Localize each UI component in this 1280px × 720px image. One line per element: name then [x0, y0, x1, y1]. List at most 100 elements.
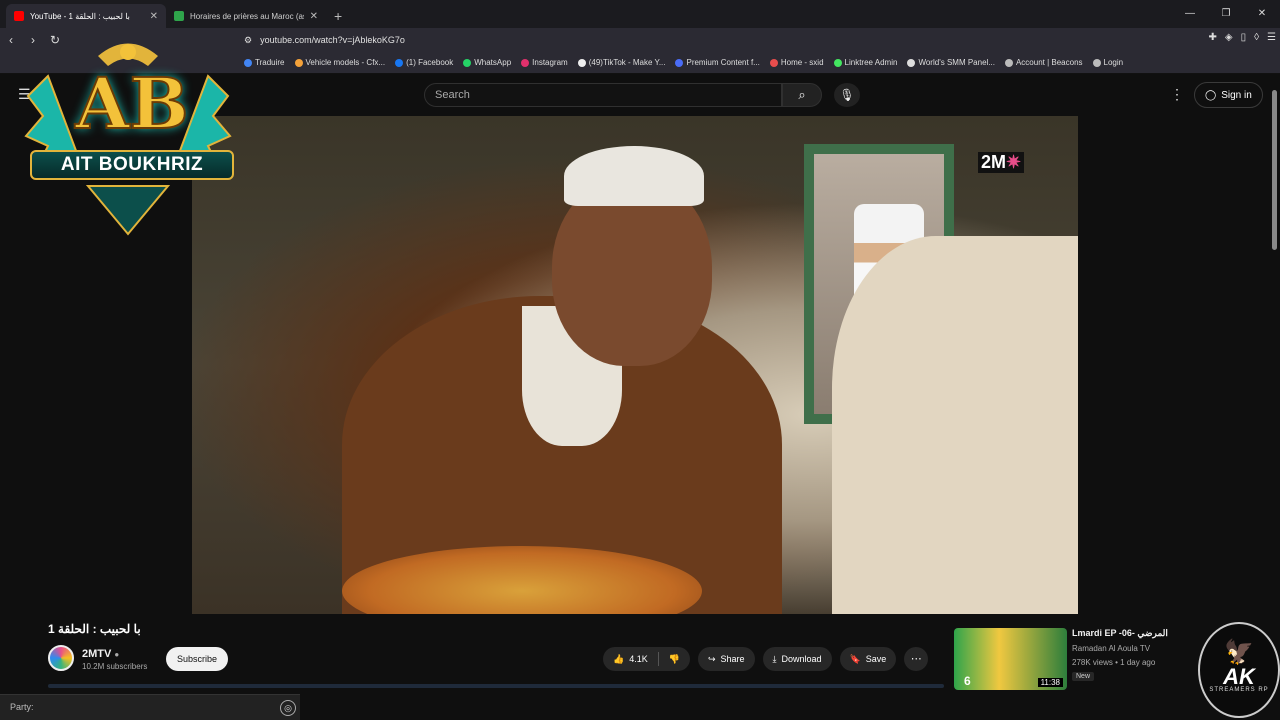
bookmark-item[interactable]: Linktree Admin: [833, 58, 897, 67]
search-button[interactable]: ⌕: [782, 83, 822, 107]
bookmark-item[interactable]: World's SMM Panel...: [907, 58, 995, 67]
recommended-title[interactable]: Lmardi EP -06- المرضي: [1072, 628, 1168, 639]
channel-avatar[interactable]: [48, 645, 74, 671]
video-title: با لحبيب : الحلقة 1: [48, 622, 141, 636]
tab-title: YouTube - با لحبيب : الحلقة 1: [30, 11, 130, 21]
man-cap: [564, 146, 704, 206]
bookmark-item[interactable]: Home - sxid: [769, 58, 824, 67]
ab-letters: AB: [74, 61, 189, 146]
recommended-channel: Ramadan Al Aoula TV: [1072, 644, 1151, 653]
ait-boukhriz-logo: AB AIT BOUKHRIZ: [18, 26, 238, 236]
more-icon: ⋯: [910, 653, 922, 665]
browser-tab[interactable]: Horaires de prières au Maroc (as sobh...…: [166, 4, 326, 28]
download-button[interactable]: ⤓ Download: [762, 647, 832, 671]
more-actions-button[interactable]: ⋯: [904, 647, 929, 671]
page-scrollbar[interactable]: [1272, 90, 1277, 250]
subscriber-count: 10.2M subscribers: [82, 662, 148, 671]
bookmark-item[interactable]: Instagram: [521, 58, 568, 67]
bookmark-icon: 🔖: [849, 653, 861, 664]
close-tab-icon[interactable]: ✕: [310, 11, 318, 22]
url-text: youtube.com/watch?v=jAblekoKG7o: [260, 35, 405, 45]
party-icon[interactable]: ◎: [280, 700, 296, 716]
ak-text: AK: [1223, 664, 1255, 689]
account-icon: ◯: [1205, 89, 1217, 101]
site-info-icon[interactable]: ⚙: [244, 35, 252, 46]
bookmark-item[interactable]: Login: [1092, 58, 1123, 67]
search-icon: ⌕: [798, 87, 806, 102]
microphone-icon: 🎙: [839, 88, 855, 102]
bookmark-icon: [1092, 58, 1101, 67]
voice-search-button[interactable]: 🎙: [834, 83, 860, 107]
new-badge: New: [1072, 672, 1095, 681]
second-person: [832, 236, 1078, 614]
bookmark-icon: [294, 58, 303, 67]
facebook-icon: [395, 58, 404, 67]
ak-streamers-logo: 🦅 AK STREAMERS RP: [1198, 622, 1280, 718]
browser-tab-active[interactable]: YouTube - با لحبيب : الحلقة 1 ✕: [6, 4, 166, 28]
recommended-video[interactable]: 6 11:38 Lmardi EP -06- المرضي Ramadan Al…: [954, 628, 1204, 702]
bookmark-item[interactable]: Account | Beacons: [1004, 58, 1083, 67]
address-bar[interactable]: ⚙ youtube.com/watch?v=jAblekoKG7o: [244, 30, 964, 50]
menu-icon[interactable]: ☰: [1267, 32, 1276, 43]
sign-in-label: Sign in: [1221, 89, 1252, 101]
bookmark-item[interactable]: Vehicle models - Cfx...: [294, 58, 385, 67]
bookmark-icon: [675, 58, 684, 67]
ab-name-banner: AIT BOUKHRIZ: [30, 150, 234, 180]
window-controls: — ❐ ✕: [1172, 0, 1280, 28]
bookmark-item[interactable]: WhatsApp: [463, 58, 511, 67]
bookmark-item[interactable]: Traduire: [244, 58, 285, 67]
save-button[interactable]: 🔖 Save: [839, 647, 897, 671]
bookmark-item[interactable]: Premium Content f...: [675, 58, 760, 67]
close-tab-icon[interactable]: ✕: [150, 11, 158, 22]
puzzle-icon[interactable]: ◈: [1225, 32, 1233, 43]
video-duration: 11:38: [1037, 678, 1063, 687]
subscribe-button[interactable]: Subscribe: [166, 647, 229, 671]
bookmark-icon: [769, 58, 778, 67]
browser-tab-bar: YouTube - با لحبيب : الحلقة 1 ✕ Horaires…: [0, 0, 1280, 28]
thumbs-down-icon: 👎: [668, 653, 680, 664]
extension-icon[interactable]: ✚: [1208, 32, 1216, 43]
video-frame[interactable]: 2M✷: [192, 116, 1078, 614]
tiktok-icon: [577, 58, 586, 67]
tab-title: Horaires de prières au Maroc (as sobh...: [190, 11, 304, 21]
episode-number: 6: [964, 674, 971, 688]
thumbs-up-icon: 👍: [613, 653, 625, 664]
verified-icon: ●: [114, 650, 120, 659]
channel-name[interactable]: 2MTV ●: [82, 648, 119, 660]
sign-in-button[interactable]: ◯ Sign in: [1194, 82, 1263, 108]
dislike-button[interactable]: 👎: [659, 647, 690, 671]
recommended-meta: 278K views • 1 day ago: [1072, 658, 1156, 667]
eagle-icon: 🦅: [1224, 639, 1254, 666]
instagram-icon: [521, 58, 530, 67]
close-window-button[interactable]: ✕: [1244, 0, 1280, 28]
party-label: Party:: [10, 702, 34, 712]
bookmark-icon: [907, 58, 916, 67]
star-icon: ✷: [1006, 152, 1022, 172]
description-box-edge: [48, 684, 944, 688]
site-favicon-icon: [174, 11, 184, 21]
new-tab-button[interactable]: +: [326, 4, 350, 28]
minimize-button[interactable]: —: [1172, 0, 1208, 28]
sidebar-icon[interactable]: ▯: [1241, 32, 1247, 43]
ak-subtext: STREAMERS RP: [1209, 687, 1269, 693]
party-bar: Party: ◎: [0, 694, 300, 720]
bookmark-icon: [244, 58, 252, 67]
linktree-icon: [833, 58, 842, 67]
youtube-favicon-icon: [14, 11, 24, 21]
wallet-icon[interactable]: ◊: [1254, 32, 1259, 43]
channel-watermark: 2M✷: [978, 152, 1025, 173]
video-actions: 👍 4.1K 👎 ↪ Share ⤓ Download 🔖 Save ⋯: [603, 647, 929, 671]
like-dislike-group: 👍 4.1K 👎: [603, 647, 690, 671]
settings-menu-icon[interactable]: ⋮: [1170, 86, 1184, 103]
download-icon: ⤓: [772, 653, 777, 664]
recommended-thumbnail[interactable]: 6 11:38: [954, 628, 1067, 690]
search-input[interactable]: Search: [424, 83, 782, 107]
extensions-area: ✚ ◈ ▯ ◊ ☰: [1208, 32, 1276, 43]
maximize-button[interactable]: ❐: [1208, 0, 1244, 28]
whatsapp-icon: [463, 58, 472, 67]
bookmark-item[interactable]: (49)TikTok - Make Y...: [577, 58, 665, 67]
share-icon: ↪: [707, 653, 716, 664]
like-button[interactable]: 👍 4.1K: [603, 647, 658, 671]
share-button[interactable]: ↪ Share: [697, 647, 755, 671]
bookmark-item[interactable]: (1) Facebook: [395, 58, 453, 67]
